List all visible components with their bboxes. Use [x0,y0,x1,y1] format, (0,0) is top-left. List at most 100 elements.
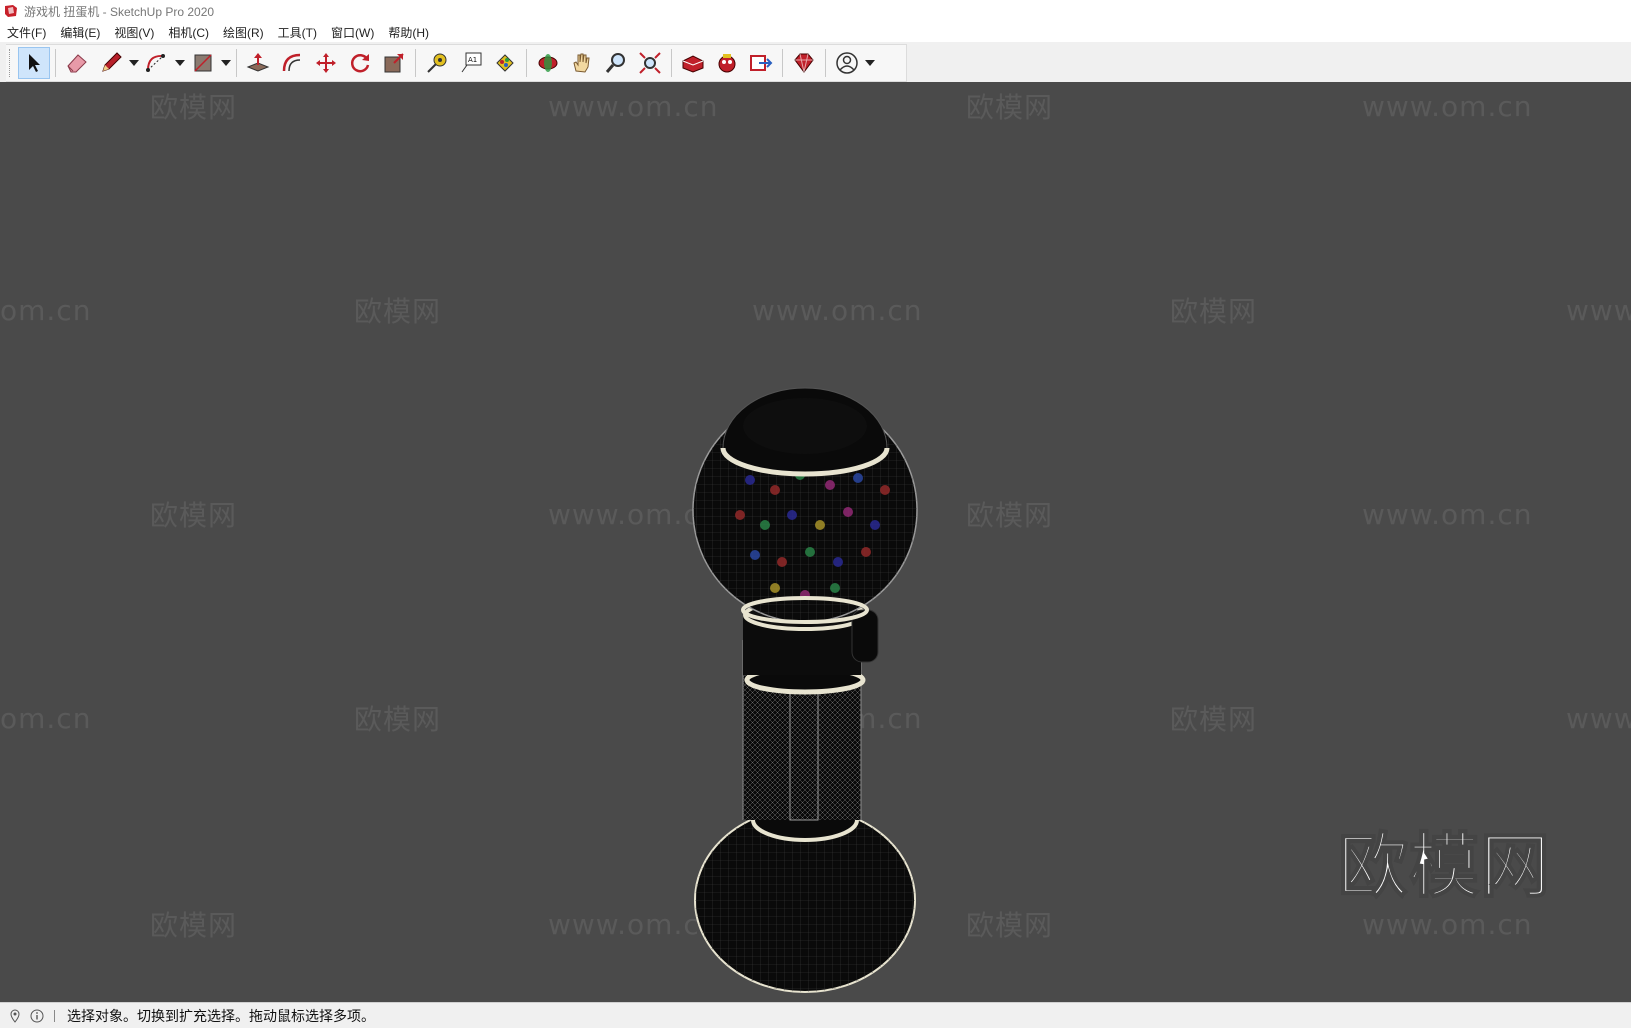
pencil-line-icon [102,52,122,72]
scale-icon [384,53,404,73]
watermark-site: www.om.cn [1362,90,1533,123]
line-tool-button[interactable] [95,47,127,79]
status-divider [54,1009,55,1022]
select-arrow-icon [29,54,40,72]
text-label-icon: A1 [461,52,482,73]
offset-icon [282,53,301,72]
watermark-logo: 欧模网 [150,499,238,532]
menu-window[interactable]: 窗口(W) [324,24,381,41]
pan-tool-button[interactable] [566,47,598,79]
orbit-icon [538,54,558,72]
watermark-logo: 欧模网 [150,91,238,124]
toolbar-grip[interactable] [9,49,14,77]
title-bar: 游戏机 扭蛋机 - SketchUp Pro 2020 [0,0,1631,22]
ruby-extension-icon [794,53,814,73]
watermark-site: www.om.cn [548,90,719,123]
large-tool-set: A1 [6,44,907,82]
menu-bar: 文件(F) 编辑(E) 视图(V) 相机(C) 绘图(R) 工具(T) 窗口(W… [0,22,1631,42]
info-icon[interactable] [30,1009,44,1023]
offset-tool-button[interactable] [276,47,308,79]
tape-measure-tool-button[interactable] [421,47,453,79]
svg-text:A1: A1 [468,56,477,64]
watermark-site-partial: www. [1566,702,1631,735]
paint-bucket-tool-button[interactable] [489,47,521,79]
chevron-down-icon [175,60,185,66]
move-tool-button[interactable] [310,47,342,79]
arc-icon [146,54,165,72]
watermark-site: www.om.cn [752,294,923,327]
tape-measure-icon [427,53,447,73]
menu-edit[interactable]: 编辑(E) [53,24,107,41]
watermark-logo: 欧模网 [966,909,1054,942]
push-pull-tool-button[interactable] [242,47,274,79]
menu-tools[interactable]: 工具(T) [271,24,324,41]
3d-warehouse-button[interactable] [677,47,709,79]
menu-file[interactable]: 文件(F) [0,24,53,41]
rotate-icon [350,54,370,73]
zoom-tool-button[interactable] [600,47,632,79]
chevron-down-icon [865,60,875,66]
toolbar: A1 [0,42,1631,83]
watermark-logo: 欧模网 [354,295,442,328]
account-dropdown[interactable] [864,47,876,79]
eraser-icon [67,54,87,73]
menu-view[interactable]: 视图(V) [107,24,161,41]
chevron-down-icon [129,60,139,66]
watermark-logo: 欧模网 [966,499,1054,532]
toolbar-separator [526,49,527,77]
window-title: 游戏机 扭蛋机 - SketchUp Pro 2020 [24,4,215,19]
send-to-layout-button[interactable] [745,47,777,79]
rotate-tool-button[interactable] [344,47,376,79]
watermark-site-partial: om.cn [0,294,92,327]
extension-manager-button[interactable] [788,47,820,79]
account-user-icon [836,52,858,74]
extension-warehouse-icon [718,54,736,73]
toolbar-separator [825,49,826,77]
watermark-site-partial: www. [1566,294,1631,327]
line-tool-dropdown[interactable] [128,47,140,79]
push-pull-icon [246,53,270,72]
shape-tool-dropdown[interactable] [220,47,232,79]
zoom-extents-tool-button[interactable] [634,47,666,79]
extension-warehouse-button[interactable] [711,47,743,79]
arc-tool-dropdown[interactable] [174,47,186,79]
status-text: 选择对象。切换到扩充选择。拖动鼠标选择多项。 [67,1007,375,1024]
menu-draw[interactable]: 绘图(R) [216,24,271,41]
watermark-logo-large: 欧模网 [1337,824,1551,908]
orbit-tool-button[interactable] [532,47,564,79]
arc-tool-button[interactable] [141,47,173,79]
modeling-viewport[interactable]: 欧模网 www.om.cn 欧模网 www.om.cn om.cn 欧模网 ww… [0,82,1631,1002]
layout-send-icon [750,55,773,71]
account-button[interactable] [831,47,863,79]
watermark-logo: 欧模网 [354,703,442,736]
menu-help[interactable]: 帮助(H) [381,24,436,41]
watermark-site: www.om.cn [1362,498,1533,531]
watermark-logo: 欧模网 [966,91,1054,124]
zoom-extents-icon [639,52,661,74]
watermark-logo: 欧模网 [1170,295,1258,328]
watermark-logo: 欧模网 [150,909,238,942]
watermark-site: www.om.cn [1362,908,1533,941]
watermark-logo: 欧模网 [1170,703,1258,736]
pan-hand-icon [573,53,590,73]
3d-warehouse-icon [682,55,704,73]
rectangle-shape-icon [194,54,212,72]
toolbar-separator [415,49,416,77]
shape-tool-button[interactable] [187,47,219,79]
zoom-icon [605,53,625,73]
toolbar-separator [671,49,672,77]
menu-camera[interactable]: 相机(C) [161,24,216,41]
eraser-tool-button[interactable] [61,47,93,79]
gumball-machine-model[interactable] [680,340,920,1000]
sketchup-app-icon [5,5,17,17]
status-bar: 选择对象。切换到扩充选择。拖动鼠标选择多项。 [0,1002,1631,1028]
watermark-site-partial: om.cn [0,702,92,735]
paint-bucket-icon [496,54,514,72]
scale-tool-button[interactable] [378,47,410,79]
geo-location-icon[interactable] [8,1008,22,1023]
chevron-down-icon [221,60,231,66]
select-tool-button[interactable] [18,47,50,79]
move-icon [316,53,336,73]
text-tool-button[interactable]: A1 [455,47,487,79]
toolbar-separator [55,49,56,77]
